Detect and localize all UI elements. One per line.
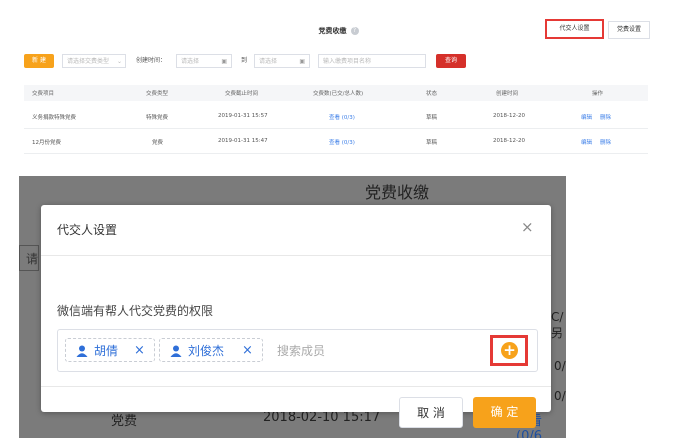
bg-page-title: 党费收缴 [365,183,430,202]
modal-divider [41,255,551,256]
calendar-icon: ▣ [299,58,305,65]
proxy-settings-modal: 代交人设置 × 微信端有帮人代交党费的权限 胡倩 × 刘俊杰 × 搜索成员 + … [41,205,551,428]
modal-title: 代交人设置 [57,223,118,237]
date-to-input[interactable]: 请选择 ▣ [254,54,310,68]
member-picker[interactable]: 胡倩 × 刘俊杰 × 搜索成员 + [57,329,538,372]
modal-divider [41,386,551,387]
add-member-icon[interactable]: + [501,342,518,359]
member-name: 胡倩 [94,344,119,358]
table-row-type: 特殊党费 [146,115,169,121]
remove-icon[interactable]: × [242,339,253,363]
created-time-label: 创建时间： [136,57,167,64]
col-type: 交费类型 [146,91,169,97]
member-tag: 刘俊杰 × [159,338,263,362]
table-row-view-link[interactable]: 查看 (0/3) [329,113,355,121]
permission-description: 微信端有帮人代交党费的权限 [57,304,214,318]
edit-link[interactable]: 编辑 [581,113,592,121]
person-icon [170,345,182,357]
col-status: 状态 [426,91,438,97]
member-tag: 胡倩 × [65,338,155,362]
search-input[interactable]: 输入缴费项目名称 [318,54,426,68]
remove-icon[interactable]: × [134,339,145,363]
type-select[interactable]: 请选择交费类型 ⌄ [62,54,126,68]
help-icon[interactable]: ? [350,27,359,35]
bg-text: 0/6 [554,359,566,373]
col-project: 交费项目 [32,91,55,97]
table-row-project: 12月份党费 [32,140,61,146]
calendar-icon: ▣ [221,58,227,65]
table-row-project: 义务捐款特殊党费 [32,115,77,121]
col-actions: 操作 [592,91,604,97]
table-row-created: 2018-12-20 [493,138,525,144]
chevron-down-icon: ⌄ [116,58,122,65]
bg-row-type: 党费 [111,414,138,429]
query-button[interactable]: 查询 [436,54,466,68]
table-row-view-link[interactable]: 查看 (0/3) [329,138,355,146]
member-search-input[interactable]: 搜索成员 [277,342,325,359]
fee-page-top: 党费收缴? 代交人设置 党费设置 新 建 请选择交费类型 ⌄ 创建时间： 请选择 ▣… [0,0,677,172]
table-row-status: 草稿 [426,140,438,146]
bg-text: C/ 另 [551,310,564,340]
new-button[interactable]: 新 建 [24,54,54,68]
table-row-type: 党费 [152,140,164,146]
table-row-created: 2018-12-20 [493,113,525,119]
delete-link[interactable]: 删除 [600,113,611,121]
bg-text: 0/6 [554,389,566,403]
to-label: 到 [241,57,248,64]
col-count: 交费数(已交/总人数) [313,91,364,97]
table-row-deadline: 2019-01-31 15:57 [218,113,268,119]
table-row-status: 草稿 [426,115,438,121]
table-row-deadline: 2019-01-31 15:47 [218,138,268,144]
delete-link[interactable]: 删除 [600,138,611,146]
row-divider [24,128,648,129]
row-divider [24,153,648,154]
fee-settings-button[interactable]: 党费设置 [608,21,650,39]
person-icon [76,345,88,357]
edit-link[interactable]: 编辑 [581,138,592,146]
confirm-button[interactable]: 确 定 [473,397,536,428]
cancel-button[interactable]: 取 消 [399,397,463,428]
date-from-input[interactable]: 请选择 ▣ [176,54,232,68]
col-deadline: 交费截止时间 [225,91,259,97]
close-icon[interactable]: × [521,218,534,236]
bg-row-date: 2018-02-10 15:17 [263,410,381,425]
proxy-dialog-screenshot: 党费收缴 请 C/ 另 0/6 0/6 党费 2018-02-10 15:17 … [19,176,566,438]
member-name: 刘俊杰 [188,344,225,358]
add-member-highlight: + [490,335,528,366]
proxy-settings-button[interactable]: 代交人设置 [545,19,604,39]
col-created: 创建时间 [496,91,519,97]
bg-input: 请 [19,245,39,271]
